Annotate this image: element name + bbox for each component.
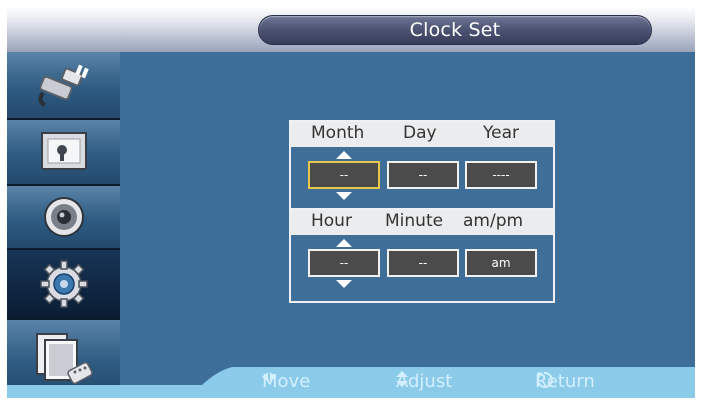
hint-move: Move xyxy=(262,371,310,392)
minute-label: Minute xyxy=(385,211,444,231)
title-pill: Clock Set xyxy=(258,15,652,45)
tv-screen: Clock Set Month Day Year -- -- ---- Hour… xyxy=(7,7,695,398)
hour-field[interactable]: -- xyxy=(308,249,380,277)
date-header-row: Month Day Year xyxy=(291,122,553,147)
day-label: Day xyxy=(403,123,437,143)
arrow-down-icon[interactable] xyxy=(336,192,352,200)
sidebar-menu xyxy=(7,52,120,398)
month-field[interactable]: -- xyxy=(308,161,380,189)
return-icon xyxy=(536,371,553,388)
ampm-label: am/pm xyxy=(463,211,524,231)
year-label: Year xyxy=(483,123,519,143)
day-field[interactable]: -- xyxy=(387,161,459,189)
time-header-row: Hour Minute am/pm xyxy=(291,210,553,235)
arrow-up-icon[interactable] xyxy=(336,151,352,159)
clock-set-dialog: Month Day Year -- -- ---- Hour Minute am… xyxy=(289,120,555,303)
menu-title: Clock Set xyxy=(409,19,501,41)
up-down-arrows-icon xyxy=(396,371,408,387)
title-bar: Clock Set xyxy=(7,7,695,52)
picture-frame-icon xyxy=(40,132,87,170)
sidebar-item-input[interactable] xyxy=(7,52,120,120)
hour-label: Hour xyxy=(311,211,352,231)
arrow-down-icon[interactable] xyxy=(336,280,352,288)
month-label: Month xyxy=(311,123,365,143)
arrow-up-icon[interactable] xyxy=(336,239,352,247)
plug-icon xyxy=(37,64,89,107)
sidebar-item-picture[interactable] xyxy=(7,120,120,186)
gear-icon xyxy=(39,260,88,308)
ampm-field[interactable]: am xyxy=(465,249,537,277)
left-right-arrows-icon xyxy=(262,372,276,382)
minute-field[interactable]: -- xyxy=(387,249,459,277)
bottom-hint-bar: Move Adjust Return xyxy=(7,367,695,398)
sidebar-item-setup[interactable] xyxy=(7,250,120,320)
hint-return: Return xyxy=(535,371,595,392)
speaker-icon xyxy=(43,197,84,237)
hint-adjust: Adjust xyxy=(396,371,452,392)
sidebar-item-sound[interactable] xyxy=(7,186,120,250)
year-field[interactable]: ---- xyxy=(465,161,537,189)
